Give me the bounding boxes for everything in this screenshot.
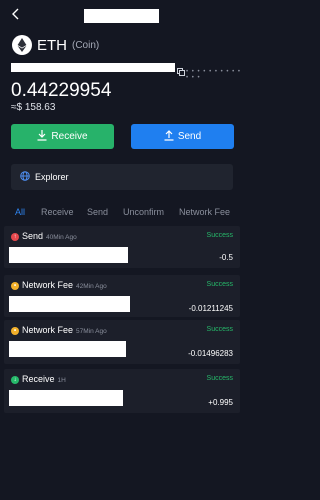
transaction-row[interactable]: • Network Fee 42Min Ago Success -0.012112… — [4, 275, 240, 317]
redacted-title — [84, 9, 159, 23]
fee-icon: • — [11, 282, 19, 290]
fiat-value: ≈$ 158.63 — [11, 102, 56, 113]
send-button-label: Send — [177, 131, 202, 142]
globe-icon — [20, 171, 35, 183]
transaction-status: Success — [206, 326, 233, 333]
tab-all[interactable]: All — [15, 207, 25, 217]
explorer-label: Explorer — [35, 172, 69, 182]
copy-icon[interactable] — [177, 63, 185, 76]
redacted-address — [11, 63, 175, 72]
fee-icon: • — [11, 327, 19, 335]
redacted-address — [9, 247, 128, 263]
receive-button-label: Receive — [51, 131, 88, 142]
transaction-amount: -0.01496283 — [188, 349, 233, 358]
transaction-type: Network Fee 42Min Ago — [22, 280, 107, 290]
coin-type: (Coin) — [72, 39, 100, 51]
transaction-type: Network Fee 57Min Ago — [22, 325, 107, 335]
chevron-left-icon[interactable] — [8, 6, 24, 22]
transaction-amount: -0.5 — [219, 253, 233, 262]
transaction-time: 57Min Ago — [76, 328, 107, 335]
transaction-row[interactable]: • Network Fee 57Min Ago Success -0.014962… — [4, 320, 240, 364]
coin-row: ETH (Coin) — [12, 34, 99, 56]
redacted-address — [9, 341, 126, 357]
send-icon: ↑ — [11, 233, 19, 241]
receive-button[interactable]: Receive — [11, 124, 114, 149]
transaction-amount: -0.01211245 — [188, 304, 233, 313]
transaction-type: Receive 1H — [22, 374, 66, 384]
transaction-status: Success — [206, 375, 233, 382]
transaction-time: 40Min Ago — [46, 234, 77, 241]
upload-icon — [164, 129, 178, 144]
transaction-amount: +0.995 — [208, 398, 233, 407]
explorer-link[interactable]: Explorer — [11, 164, 233, 190]
more-dots-icon: • • • • • • • • • • • • • — [186, 69, 242, 81]
redacted-address — [9, 296, 130, 312]
header — [0, 0, 245, 30]
transaction-type: Send 40Min Ago — [22, 231, 77, 241]
tab-receive[interactable]: Receive — [41, 207, 74, 217]
redacted-address — [9, 390, 123, 406]
transaction-time: 1H — [57, 377, 66, 384]
transaction-row[interactable]: ↑ Send 40Min Ago Success -0.5 — [4, 226, 240, 268]
transaction-row[interactable]: ↓ Receive 1H Success +0.995 — [4, 369, 240, 413]
coin-symbol: ETH — [37, 36, 67, 54]
transaction-status: Success — [206, 281, 233, 288]
receive-icon: ↓ — [11, 376, 19, 384]
tab-bar: All Receive Send Unconfirm Network Fee — [0, 200, 245, 224]
download-icon — [37, 129, 51, 144]
send-button[interactable]: Send — [131, 124, 234, 149]
ethereum-icon — [12, 35, 32, 55]
transaction-status: Success — [206, 232, 233, 239]
transaction-time: 42Min Ago — [76, 283, 107, 290]
tab-network-fee[interactable]: Network Fee — [179, 207, 230, 217]
tab-unconfirm[interactable]: Unconfirm — [123, 207, 164, 217]
tab-send[interactable]: Send — [87, 207, 108, 217]
balance: 0.44229954 — [11, 80, 112, 101]
